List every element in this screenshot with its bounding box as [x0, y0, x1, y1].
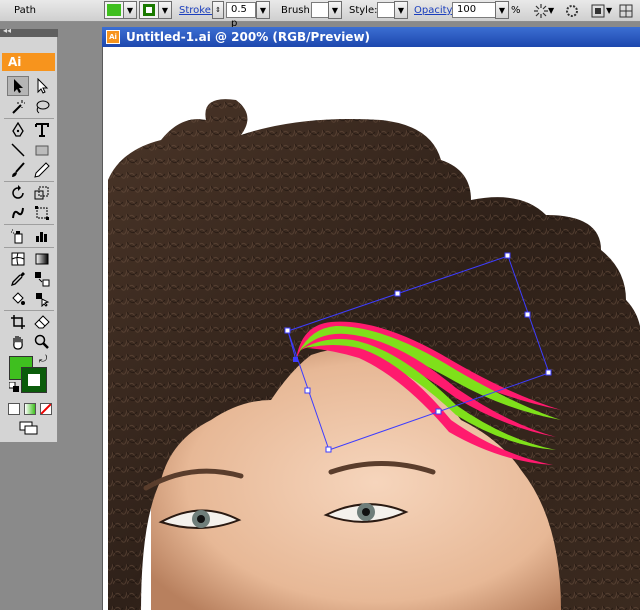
fill-color-chip	[107, 4, 121, 16]
opacity-dropdown[interactable]: ▼	[495, 1, 509, 19]
pen-tool-icon[interactable]	[7, 120, 29, 140]
handle-top-mid[interactable]	[394, 290, 401, 297]
style-label: Style:	[349, 5, 378, 16]
gradient-tool-icon[interactable]	[31, 249, 53, 269]
default-fill-stroke-icon[interactable]	[8, 381, 19, 392]
stroke-color-box[interactable]	[21, 367, 47, 393]
handle-bottom-right[interactable]	[545, 369, 552, 376]
stroke-weight-input[interactable]: 0.5 p	[226, 2, 256, 29]
fill-swatch-button[interactable]	[104, 1, 124, 19]
type-tool-icon[interactable]	[31, 120, 53, 140]
stroke-dropdown-arrow[interactable]: ▼	[158, 1, 172, 19]
document-icon: Ai	[106, 30, 120, 44]
artboard-canvas[interactable]	[102, 47, 640, 610]
lasso-tool-icon[interactable]	[31, 97, 53, 117]
hand-tool-icon[interactable]	[7, 332, 29, 352]
control-bar: Path ▼ ▼ Stroke: ⇕ 0.5 p ▼ Brush: ▼ Styl…	[0, 0, 640, 29]
magic-wand-tool-icon[interactable]	[7, 97, 29, 117]
handle-top-left[interactable]	[284, 327, 291, 334]
warp-tool-icon[interactable]	[7, 203, 29, 223]
line-segment-tool-icon[interactable]	[7, 140, 29, 160]
recolor-dropdown-arrow[interactable]: ▼	[548, 0, 554, 21]
handle-bottom-mid[interactable]	[435, 408, 442, 415]
options-icon[interactable]	[563, 0, 581, 21]
live-paint-selection-tool-icon[interactable]	[31, 289, 53, 309]
brush-field[interactable]	[311, 2, 329, 18]
anchor-point[interactable]	[293, 357, 298, 362]
color-mode-button[interactable]	[8, 403, 20, 415]
screen-mode-icon[interactable]	[19, 421, 39, 435]
align-dropdown-arrow[interactable]: ▼	[606, 0, 612, 21]
symbol-sprayer-tool-icon[interactable]	[7, 226, 29, 246]
brush-label: Brush:	[281, 5, 314, 16]
selection-tool-icon[interactable]	[7, 76, 29, 96]
opacity-unit: %	[511, 5, 521, 16]
stroke-weight-stepper[interactable]: ⇕	[212, 1, 224, 19]
handle-right-mid[interactable]	[524, 311, 531, 318]
blend-tool-icon[interactable]	[31, 269, 53, 289]
none-mode-button[interactable]	[40, 403, 52, 415]
stroke-link[interactable]: Stroke:	[179, 5, 214, 16]
document-titlebar[interactable]: Ai Untitled-1.ai @ 200% (RGB/Preview)	[102, 27, 640, 47]
document-title: Untitled-1.ai @ 200% (RGB/Preview)	[126, 30, 371, 44]
style-field[interactable]	[377, 2, 395, 18]
eraser-tool-icon[interactable]	[31, 312, 53, 332]
paintbrush-tool-icon[interactable]	[7, 160, 29, 180]
transform-icon[interactable]	[618, 0, 634, 21]
selection-type-label: Path	[14, 5, 36, 16]
artwork-layer	[108, 99, 640, 610]
stroke-swatch-button[interactable]	[139, 1, 159, 19]
align-icon[interactable]	[590, 0, 606, 21]
style-dropdown[interactable]: ▼	[394, 1, 408, 19]
direct-selection-tool-icon[interactable]	[31, 76, 53, 96]
rectangle-tool-icon[interactable]	[31, 140, 53, 160]
scale-tool-icon[interactable]	[31, 183, 53, 203]
handle-left-mid[interactable]	[304, 387, 311, 394]
opacity-input[interactable]: 100	[452, 2, 496, 18]
crop-area-tool-icon[interactable]	[7, 312, 29, 332]
tools-panel-header[interactable]: ◂◂	[0, 26, 58, 37]
live-paint-bucket-tool-icon[interactable]	[7, 289, 29, 309]
swap-fill-stroke-icon[interactable]: ⤾	[39, 354, 51, 366]
zoom-tool-icon[interactable]	[31, 332, 53, 352]
gradient-mode-button[interactable]	[24, 403, 36, 415]
rotate-tool-icon[interactable]	[7, 183, 29, 203]
stroke-color-chip	[143, 4, 155, 16]
opacity-link[interactable]: Opacity:	[414, 5, 455, 16]
pencil-tool-icon[interactable]	[31, 160, 53, 180]
free-transform-tool-icon[interactable]	[31, 203, 53, 223]
stroke-weight-dropdown[interactable]: ▼	[256, 1, 270, 19]
ai-logo: Ai	[2, 53, 55, 71]
handle-top-right[interactable]	[504, 252, 511, 259]
fill-dropdown-arrow[interactable]: ▼	[123, 1, 137, 19]
column-graph-tool-icon[interactable]	[31, 226, 53, 246]
mesh-tool-icon[interactable]	[7, 249, 29, 269]
eyedropper-tool-icon[interactable]	[7, 269, 29, 289]
handle-bottom-left[interactable]	[325, 446, 332, 453]
brush-dropdown[interactable]: ▼	[328, 1, 342, 19]
collapse-panel-icon[interactable]: ◂◂	[3, 26, 11, 35]
